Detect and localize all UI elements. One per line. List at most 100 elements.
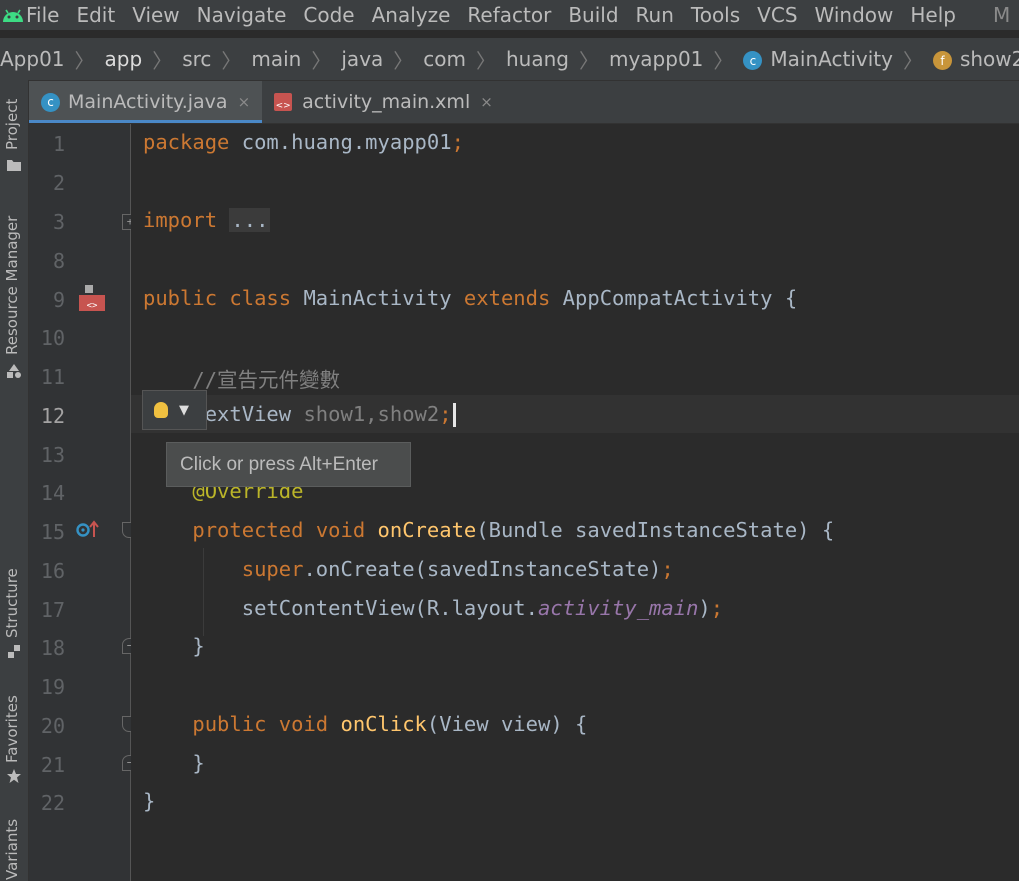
tab-label: activity_main.xml [302,91,471,113]
menu-edit[interactable]: Edit [76,3,115,27]
semicolon: ; [439,402,452,426]
line-number: 3 [52,210,65,234]
code-line-17: setContentView(R.layout.activity_main); [143,596,723,620]
class-name: MainActivity [303,286,452,310]
keyword: extends [463,286,551,310]
chevron-right-icon: 〉 [311,48,332,73]
menu-navigate[interactable]: Navigate [197,3,287,27]
line-number: 13 [40,443,65,467]
tool-structure[interactable]: Structure [3,568,21,638]
layout-file-icon[interactable]: <> [77,283,107,317]
line-number: 18 [40,636,65,660]
code-line-15: protected void onCreate(Bundle savedInst… [143,518,834,542]
field-declaration: show1,show2 [291,402,440,426]
menu-vcs[interactable]: VCS [757,3,797,27]
breadcrumb: App01 〉 app 〉 src 〉 main 〉 java 〉 com 〉 huang 〉… [0,38,1019,81]
tab-mainactivity-java[interactable]: c MainActivity.java × [29,81,263,123]
breadcrumb-huang[interactable]: huang [506,47,569,71]
field-icon: f [932,51,952,70]
super-class: AppCompatActivity [562,286,773,310]
breadcrumb-project[interactable]: App01 [0,47,65,71]
code-line-21: } [143,751,204,775]
line-number: 17 [40,598,65,622]
folder-icon [6,158,22,174]
brace: { [772,286,798,310]
code-editor[interactable]: package com.huang.myapp01; import ... pu… [131,124,1019,881]
line-number: 15 [40,520,65,544]
tooltip-text: Click or press Alt+Enter [180,453,378,475]
menu-tools[interactable]: Tools [691,3,740,27]
folded-imports[interactable]: ... [229,208,271,232]
tool-favorites[interactable]: Favorites [3,695,21,763]
intention-actions-button[interactable]: ▼ [142,390,207,430]
menu-file[interactable]: File [26,3,59,27]
menu-build[interactable]: Build [568,3,618,27]
xml-file-icon: <> [274,93,293,111]
keyword: void [278,712,329,736]
svg-text:<>: <> [87,301,98,311]
code-line-9: public class MainActivity extends AppCom… [143,286,797,310]
close-icon[interactable]: × [480,93,493,111]
tool-resource-manager[interactable]: Resource Manager [3,216,21,355]
tool-build-variants[interactable]: Variants [3,819,21,880]
breadcrumb-main[interactable]: main [251,47,301,71]
keyword: class [229,286,292,310]
line-number: 22 [40,791,65,815]
menu-code[interactable]: Code [303,3,354,27]
menu-view[interactable]: View [132,3,179,27]
code-line-16: super.onCreate(savedInstanceState); [143,557,674,581]
override-method-icon[interactable] [75,518,101,544]
keyword: super [241,557,304,581]
tab-activity-main-xml[interactable]: <> activity_main.xml × [262,81,505,123]
menu-bar: File Edit View Navigate Code Analyze Ref… [0,0,1019,30]
breadcrumb-module[interactable]: app [105,47,143,71]
java-class-icon: c [41,92,60,112]
breadcrumb-class[interactable]: c MainActivity [743,47,893,71]
keyword: protected [192,518,304,542]
paren: ) [698,596,711,620]
code-line-11: //宣告元件變數 [143,363,340,393]
line-number: 2 [52,171,65,195]
line-number: 16 [40,559,65,583]
breadcrumb-myapp01[interactable]: myapp01 [609,47,703,71]
chevron-right-icon: 〉 [74,48,95,73]
chevron-right-icon: 〉 [221,48,242,73]
chevron-right-icon: 〉 [578,48,599,73]
line-number: 21 [40,753,65,777]
close-icon[interactable]: × [238,93,251,111]
line-number: 20 [40,714,65,738]
menu-help[interactable]: Help [910,3,956,27]
method-call: setContentView(R.layout. [241,596,538,620]
breadcrumb-field[interactable]: f show2 [932,47,1019,71]
tool-project[interactable]: Project [3,99,21,150]
code-line-20: public void onClick(View view) { [143,712,587,736]
chevron-right-icon: 〉 [713,48,734,73]
chevron-right-icon: 〉 [393,48,414,73]
layout-field: activity_main [537,596,699,620]
line-number: 10 [40,326,65,350]
keyword: void [315,518,366,542]
chevron-right-icon: 〉 [476,48,496,73]
menu-window[interactable]: Window [815,3,894,27]
menu-refactor[interactable]: Refactor [467,3,551,27]
editor-gutter: 1 2 3 8 9 10 11 12 13 14 15 16 17 18 19 … [29,124,138,881]
keyword: public [143,286,218,310]
breadcrumb-class-label: MainActivity [770,47,893,71]
code-line-22: } [143,789,155,813]
keyword: package [143,130,230,154]
semicolon: ; [451,130,464,154]
breadcrumb-java[interactable]: java [341,47,383,71]
menu-analyze[interactable]: Analyze [372,3,451,27]
breadcrumb-src[interactable]: src [182,47,211,71]
class-icon: c [743,51,763,70]
left-tool-strip: Project Resource Manager Structure Favor… [0,80,29,881]
star-icon [6,768,22,784]
menu-run[interactable]: Run [636,3,674,27]
type-name: TextView [192,402,292,426]
keyword: import [143,208,218,232]
brace: } [143,789,156,813]
tab-label: MainActivity.java [68,91,228,113]
android-studio-logo-icon [0,6,26,24]
breadcrumb-com[interactable]: com [423,47,466,71]
shapes-icon [6,363,22,379]
